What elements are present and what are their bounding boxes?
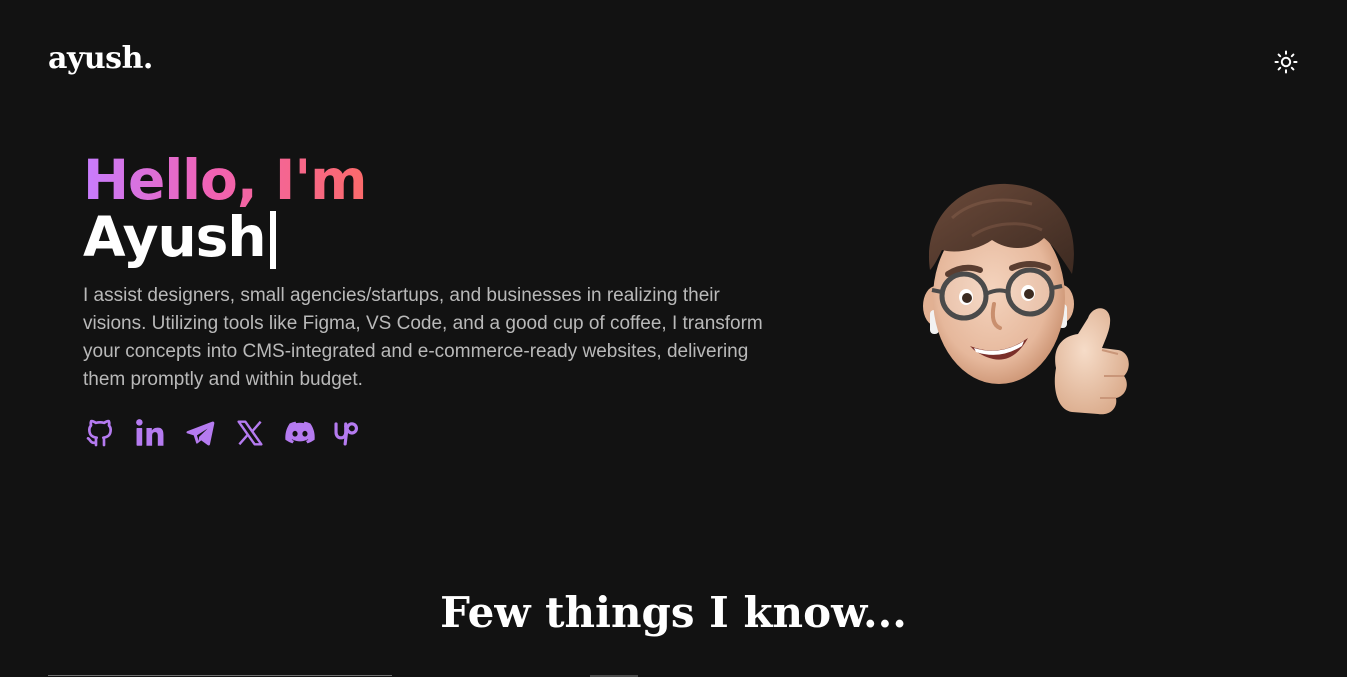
hero-section: Hello, I'm Ayush I assist designers, sma… [83,150,783,450]
hero-intro-text: I assist designers, small agencies/start… [83,285,763,390]
x-icon [237,420,263,446]
section-divider [48,675,392,676]
page: ayush. Hello, I'm Ayush I assist designe… [0,0,1347,677]
social-links [83,416,783,450]
upwork-icon [334,422,358,446]
x-link[interactable] [233,416,267,450]
site-logo[interactable]: ayush. [48,44,153,74]
hero-greeting: Hello, I'm [83,148,367,212]
github-link[interactable] [83,416,117,450]
upwork-link[interactable] [333,416,367,450]
github-icon [86,419,112,447]
discord-link[interactable] [283,416,317,450]
discord-icon [285,421,315,444]
hero-name-row: Ayush [83,205,783,269]
memoji-avatar [912,178,1136,422]
sun-icon [1274,50,1298,74]
theme-toggle-button[interactable] [1272,48,1300,76]
skills-section-title: Few things I know... [440,587,907,637]
telegram-link[interactable] [183,416,217,450]
memoji-avatar-image [923,183,1129,415]
linkedin-link[interactable] [133,416,167,450]
hero-name: Ayush [83,205,267,269]
telegram-icon [186,421,215,446]
linkedin-icon [136,419,164,446]
typing-cursor [269,211,276,269]
